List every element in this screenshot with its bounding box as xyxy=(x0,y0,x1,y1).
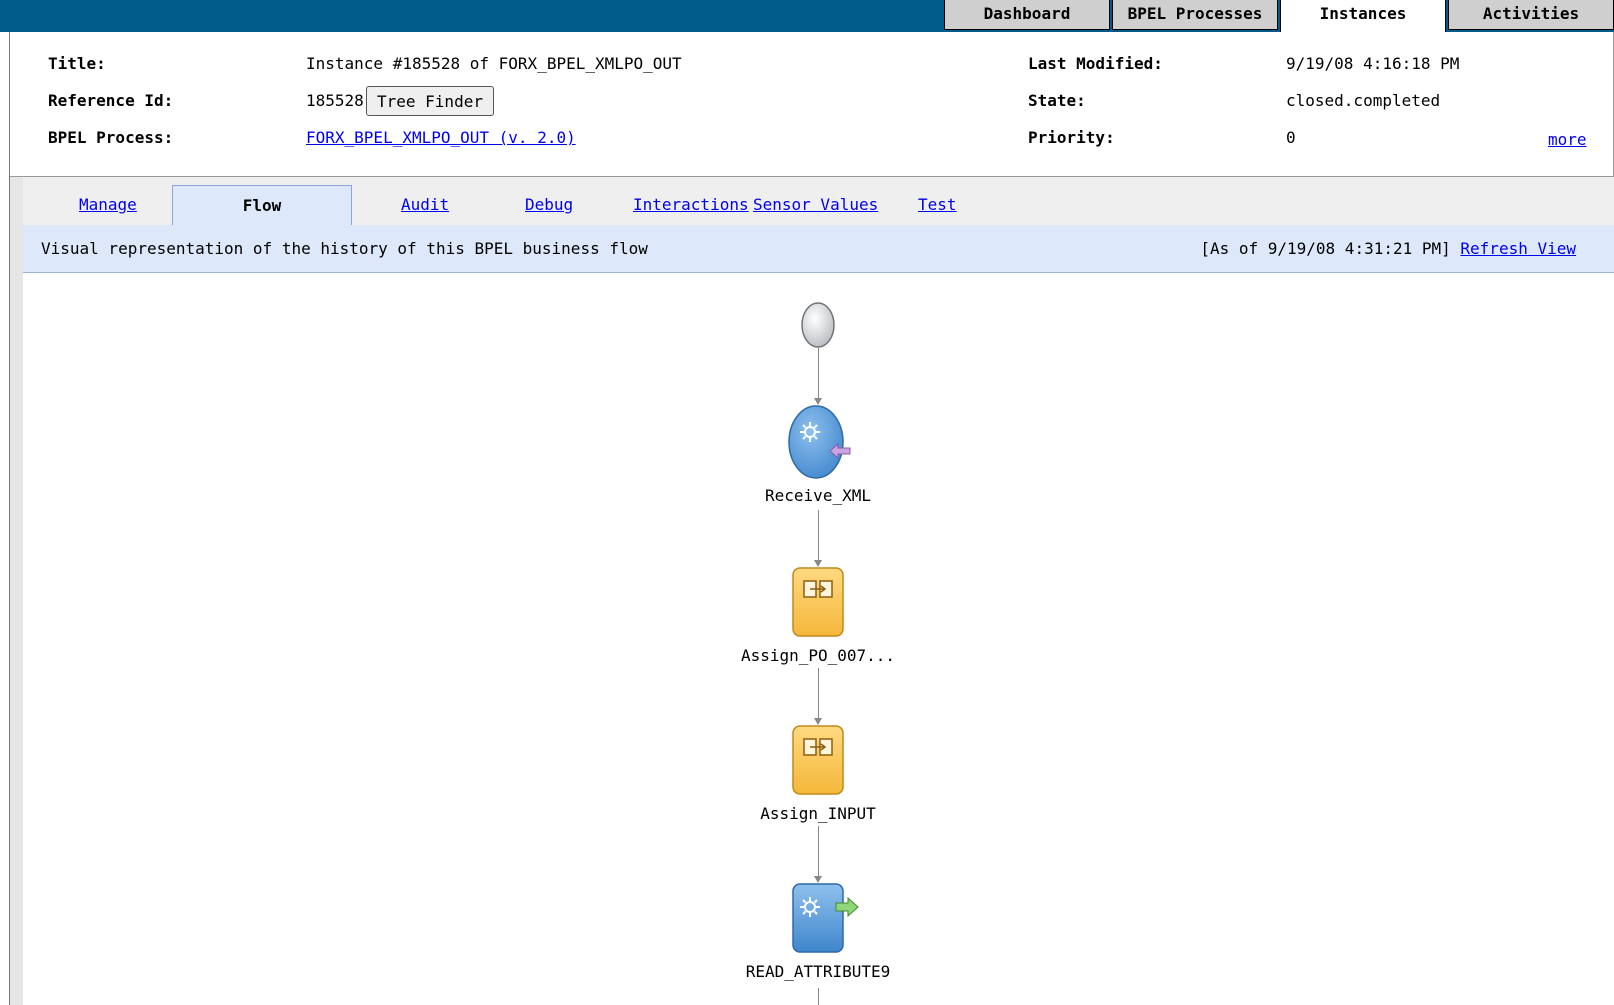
tab-sensor-values[interactable]: Sensor Values xyxy=(753,195,878,214)
receive-icon[interactable] xyxy=(788,404,852,480)
as-of-timestamp: [As of 9/19/08 4:31:21 PM] Refresh View xyxy=(1200,239,1576,258)
assign-icon[interactable] xyxy=(792,725,846,797)
state-value: closed.completed xyxy=(1286,91,1441,110)
priority-label: Priority: xyxy=(1028,128,1115,147)
tree-finder-button[interactable]: Tree Finder xyxy=(366,86,494,116)
title-value: Instance #185528 of FORX_BPEL_XMLPO_OUT xyxy=(306,54,682,73)
flow-description: Visual representation of the history of … xyxy=(41,239,648,258)
title-label: Title: xyxy=(48,54,106,73)
invoke-icon[interactable] xyxy=(792,883,860,955)
instance-tabs: Manage Flow Audit Debug Interactions Sen… xyxy=(23,177,1614,227)
nav-tab-activities[interactable]: Activities xyxy=(1448,0,1614,30)
flow-description-bar: Visual representation of the history of … xyxy=(23,225,1614,273)
as-of-text: [As of 9/19/08 4:31:21 PM] xyxy=(1200,239,1451,258)
nav-tab-instances[interactable]: Instances xyxy=(1280,0,1446,32)
tab-flow[interactable]: Flow xyxy=(172,185,352,227)
tab-test[interactable]: Test xyxy=(918,195,957,214)
bpel-process-label: BPEL Process: xyxy=(48,128,174,147)
state-label: State: xyxy=(1028,91,1086,110)
refresh-view-link[interactable]: Refresh View xyxy=(1460,239,1576,258)
bpel-process-link[interactable]: FORX_BPEL_XMLPO_OUT (v. 2.0) xyxy=(306,128,576,147)
reference-id-value: 185528 xyxy=(306,91,364,110)
assign-icon[interactable] xyxy=(792,567,846,639)
instance-header: Title: Instance #185528 of FORX_BPEL_XML… xyxy=(48,52,1588,172)
top-nav: Dashboard BPEL Processes Instances Activ… xyxy=(944,0,1614,32)
node-label-read-attribute9: READ_ATTRIBUTE9 xyxy=(745,962,891,981)
nav-tab-bpel-processes[interactable]: BPEL Processes xyxy=(1112,0,1278,30)
node-label-assign-po: Assign_PO_007... xyxy=(740,646,896,665)
tab-manage[interactable]: Manage xyxy=(79,195,137,214)
last-modified-value: 9/19/08 4:16:18 PM xyxy=(1286,54,1460,73)
more-link[interactable]: more xyxy=(1548,130,1587,149)
tab-audit[interactable]: Audit xyxy=(401,195,449,214)
start-node-icon[interactable] xyxy=(800,301,836,349)
node-label-receive-xml: Receive_XML xyxy=(765,486,871,505)
nav-tab-dashboard[interactable]: Dashboard xyxy=(944,0,1110,30)
tab-interactions[interactable]: Interactions xyxy=(633,195,749,214)
reference-id-label: Reference Id: xyxy=(48,91,174,110)
tab-debug[interactable]: Debug xyxy=(525,195,573,214)
priority-value: 0 xyxy=(1286,128,1296,147)
node-label-assign-input: Assign_INPUT xyxy=(760,804,876,823)
last-modified-label: Last Modified: xyxy=(1028,54,1163,73)
